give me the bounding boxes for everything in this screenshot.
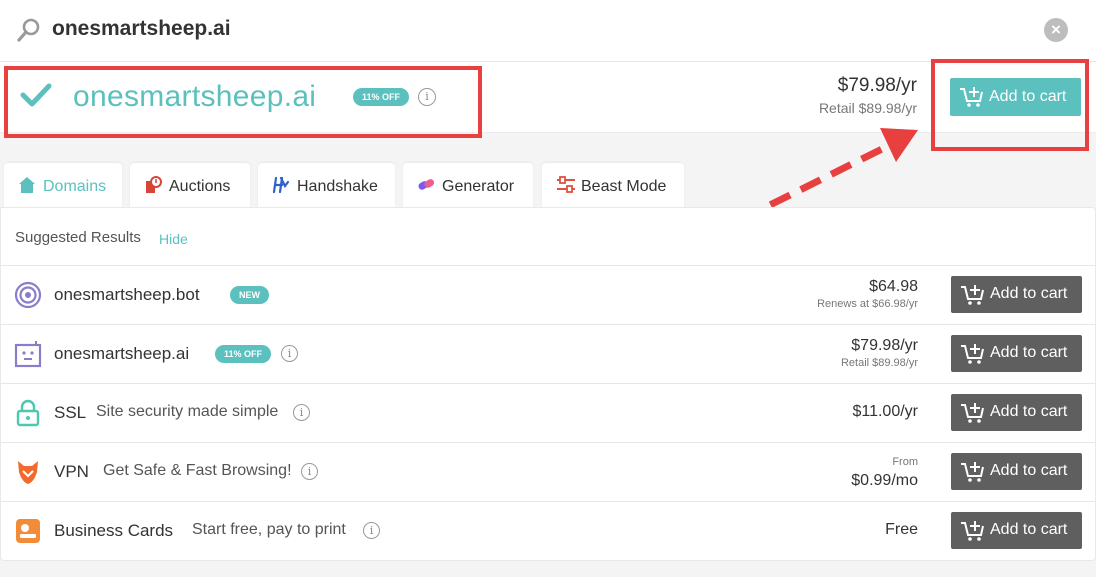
tab-handshake[interactable]: Handshake	[258, 163, 395, 207]
price: $0.99/mo	[851, 472, 918, 489]
search-bar: onesmartsheep.ai ×	[0, 0, 1096, 62]
domain-name: onesmartsheep.ai	[54, 344, 190, 363]
product-name: SSL	[54, 403, 87, 422]
product-name: VPN	[54, 462, 89, 481]
robot-icon	[14, 340, 42, 373]
info-icon[interactable]: i	[301, 463, 318, 480]
generator-icon	[417, 176, 437, 199]
lock-icon	[14, 399, 42, 432]
list-item: onesmartsheep.bot NEW $64.98 Renews at $…	[1, 265, 1095, 324]
product-description: Get Safe & Fast Browsing!	[103, 462, 292, 479]
product-description: Start free, pay to print	[192, 521, 346, 538]
results-panel: Suggested Results Hide onesmartsheep.bot…	[0, 207, 1096, 561]
price: Free	[885, 521, 918, 538]
info-icon[interactable]: i	[281, 345, 298, 362]
discount-badge: 11% OFF	[215, 345, 272, 363]
list-item: SSL Site security made simple i $11.00/y…	[1, 383, 1095, 442]
cart-plus-icon	[960, 343, 986, 370]
search-input[interactable]: onesmartsheep.ai	[52, 17, 231, 41]
add-to-cart-button[interactable]: Add to cart	[951, 394, 1082, 431]
list-item: onesmartsheep.ai 11% OFF i $79.98/yr Ret…	[1, 324, 1095, 383]
tab-beast-mode[interactable]: Beast Mode	[542, 163, 684, 207]
from-label: From	[892, 456, 918, 468]
clear-search-button[interactable]: ×	[1044, 18, 1068, 42]
highlight-box-domain	[4, 66, 482, 138]
cart-plus-icon	[960, 520, 986, 547]
retail-price: Retail $89.98/yr	[840, 357, 918, 369]
tab-auctions[interactable]: Auctions	[130, 163, 250, 207]
domain-name: onesmartsheep.bot	[54, 285, 200, 304]
renewal-price: Renews at $66.98/yr	[817, 298, 918, 310]
price: $64.98	[869, 278, 918, 295]
tab-generator[interactable]: Generator	[403, 163, 533, 207]
gavel-icon	[144, 176, 162, 199]
list-item: VPN Get Safe & Fast Browsing! i From $0.…	[1, 442, 1095, 501]
sliders-icon	[556, 176, 576, 199]
info-icon[interactable]: i	[363, 522, 380, 539]
product-name: Business Cards	[54, 521, 174, 540]
fox-shield-icon	[14, 458, 42, 491]
card-icon	[14, 517, 42, 550]
price: $11.00/yr	[852, 403, 918, 420]
info-icon[interactable]: i	[293, 404, 310, 421]
tab-domains[interactable]: Domains	[4, 163, 122, 207]
target-icon	[14, 281, 42, 314]
suggested-results-heading: Suggested Results	[15, 229, 141, 246]
product-description: Site security made simple	[96, 403, 279, 420]
highlight-box-cart	[931, 59, 1089, 151]
add-to-cart-button[interactable]: Add to cart	[951, 335, 1082, 372]
cart-plus-icon	[960, 402, 986, 429]
house-icon	[18, 176, 36, 199]
add-to-cart-button[interactable]: Add to cart	[951, 276, 1082, 313]
cart-plus-icon	[960, 284, 986, 311]
cart-plus-icon	[960, 461, 986, 488]
add-to-cart-button[interactable]: Add to cart	[951, 453, 1082, 490]
main-price: $79.98/yr	[837, 75, 917, 96]
handshake-icon	[272, 176, 290, 199]
search-icon	[16, 17, 42, 48]
main-retail-price: Retail $89.98/yr	[818, 100, 917, 116]
new-badge: NEW	[230, 286, 269, 304]
price: $79.98/yr	[851, 337, 918, 354]
hide-link[interactable]: Hide	[159, 231, 188, 247]
add-to-cart-button[interactable]: Add to cart	[951, 512, 1082, 549]
list-item: Business Cards Start free, pay to print …	[1, 501, 1095, 560]
